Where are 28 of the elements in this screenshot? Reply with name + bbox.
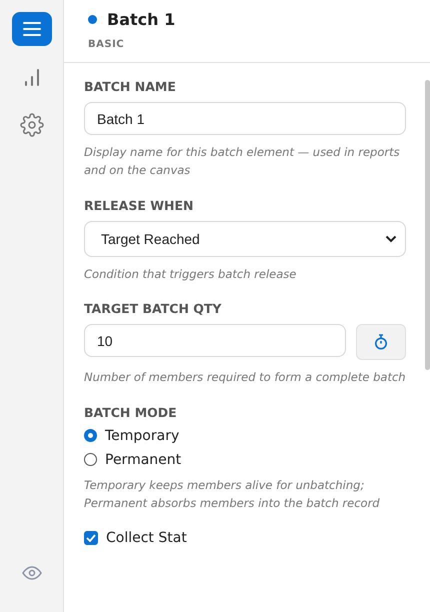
bar-chart-icon <box>24 68 40 86</box>
settings-icon <box>20 113 44 137</box>
menu-icon <box>22 21 40 37</box>
help-text: Number of members required to form a complete batch <box>84 369 406 386</box>
checkbox-option[interactable]: Collect Stat <box>84 530 406 546</box>
help-text: Condition that triggers batch release <box>84 266 298 283</box>
scrollbar-thumb[interactable] <box>425 80 430 370</box>
number-input[interactable]: 10 <box>84 324 346 358</box>
field-label: BATCH NAME <box>84 79 177 94</box>
eye-icon <box>22 566 42 580</box>
radio-option[interactable]: Permanent <box>84 452 406 468</box>
timer-button[interactable] <box>356 324 406 360</box>
section-label: BASIC <box>87 39 126 50</box>
field-label: RELEASE WHEN <box>84 198 194 213</box>
stopwatch-icon <box>374 334 388 350</box>
panel-title: Batch 1 <box>107 10 176 29</box>
radio-button[interactable] <box>84 453 97 466</box>
help-text: Temporary keeps members alive for unbatching; Permanent absorbs members into the batch record <box>84 476 381 512</box>
checkbox[interactable] <box>84 531 98 546</box>
field-label: BATCH MODE <box>84 404 178 420</box>
chevron-icon <box>385 234 397 243</box>
sidebar-button[interactable] <box>12 12 52 46</box>
select-dropdown[interactable]: Target Reached <box>84 220 406 257</box>
text-input[interactable]: Batch 1 <box>84 102 406 135</box>
field-label: TARGET BATCH QTY <box>84 301 222 316</box>
radio-option[interactable]: Temporary <box>84 428 406 444</box>
radio-button[interactable] <box>84 429 97 442</box>
help-text: Display name for this batch element — used in reports and on the canvas <box>84 144 401 180</box>
